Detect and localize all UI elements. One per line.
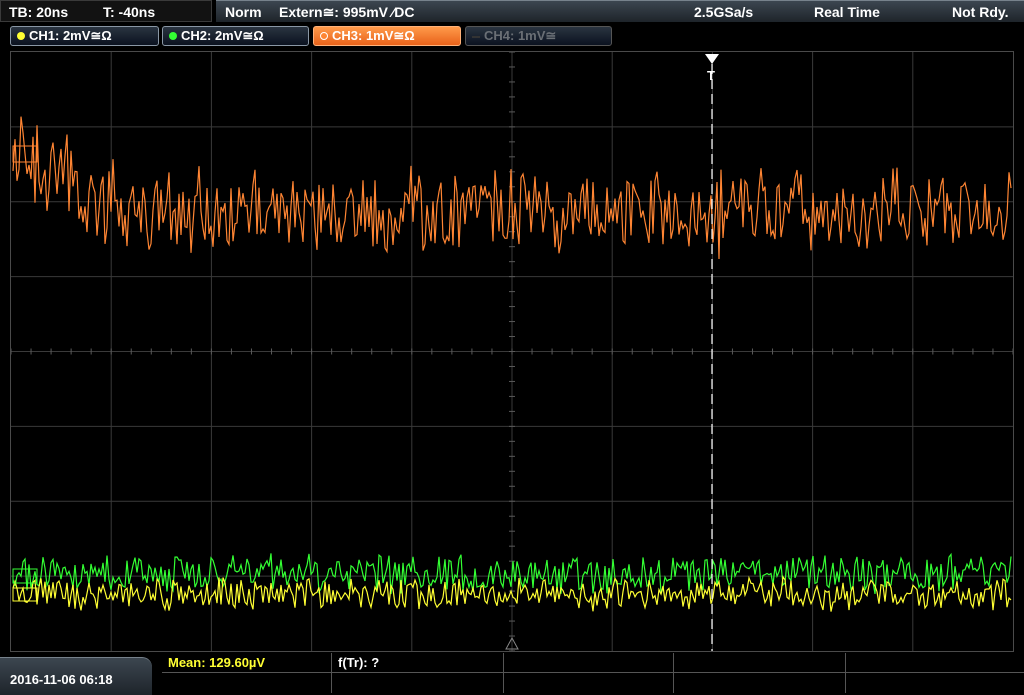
ch2-indicator-icon bbox=[169, 32, 177, 40]
measurement-slot-3 bbox=[504, 653, 674, 673]
trigger-time-label: T: -40ns bbox=[103, 4, 156, 20]
measurement-slot-8 bbox=[504, 673, 674, 693]
measurement-slot-5 bbox=[846, 653, 1024, 673]
ch2-label: CH2: 2mV≅Ω bbox=[181, 28, 264, 43]
trigger-status-label: Not Rdy. bbox=[952, 4, 1009, 20]
acquisition-mode-label: Real Time bbox=[814, 4, 880, 20]
sample-rate-label: 2.5GSa/s bbox=[694, 4, 754, 20]
trigger-source-label: Extern≅: 995mV ⁄DC bbox=[279, 4, 415, 20]
trigger-arrow-icon[interactable] bbox=[705, 54, 719, 64]
trigger-marker-label: T bbox=[707, 68, 715, 83]
measurement-slot-6 bbox=[162, 673, 332, 693]
ch1-button[interactable]: CH1: 2mV≅Ω bbox=[10, 26, 159, 46]
datetime-label: 2016-11-06 06:18 bbox=[10, 672, 113, 687]
datetime-box[interactable]: 2016-11-06 06:18 bbox=[0, 657, 152, 695]
waveform-display[interactable]: T bbox=[10, 51, 1014, 652]
freq-measurement: f(Tr): ? bbox=[332, 653, 504, 673]
timebase-box[interactable]: TB: 20ns T: -40ns bbox=[0, 0, 212, 22]
timebase-label: TB: 20ns bbox=[9, 4, 69, 20]
trigger-mode-label: Norm bbox=[225, 4, 262, 20]
waveform-plot[interactable]: T bbox=[11, 52, 1013, 651]
measurement-slot-9 bbox=[674, 673, 846, 693]
ch4-label: CH4: 1mV≅ bbox=[484, 28, 557, 43]
ch1-indicator-icon bbox=[17, 32, 25, 40]
measurement-slot-4 bbox=[674, 653, 846, 673]
measurement-panel[interactable]: Mean: 129.60µV f(Tr): ? bbox=[162, 653, 1024, 695]
mean-measurement: Mean: 129.60µV bbox=[162, 653, 332, 673]
trigger-info-box[interactable]: Norm Extern≅: 995mV ⁄DC 2.5GSa/s Real Ti… bbox=[216, 0, 1024, 22]
measurement-slot-7 bbox=[332, 673, 504, 693]
ch3-label: CH3: 1mV≅Ω bbox=[332, 28, 415, 43]
ch1-label: CH1: 2mV≅Ω bbox=[29, 28, 112, 43]
bottom-bar: 2016-11-06 06:18 Mean: 129.60µV f(Tr): ? bbox=[0, 653, 1024, 695]
ch4-indicator-icon bbox=[472, 36, 480, 38]
measurement-slot-10 bbox=[846, 673, 1024, 693]
ch3-indicator-icon bbox=[320, 32, 328, 40]
ch2-button[interactable]: CH2: 2mV≅Ω bbox=[162, 26, 309, 46]
channel-bar: CH1: 2mV≅Ω CH2: 2mV≅Ω CH3: 1mV≅Ω CH4: 1m… bbox=[0, 25, 1024, 49]
top-status-bar: TB: 20ns T: -40ns Norm Extern≅: 995mV ⁄D… bbox=[0, 0, 1024, 24]
ch3-button[interactable]: CH3: 1mV≅Ω bbox=[313, 26, 461, 46]
ch4-button[interactable]: CH4: 1mV≅ bbox=[465, 26, 612, 46]
